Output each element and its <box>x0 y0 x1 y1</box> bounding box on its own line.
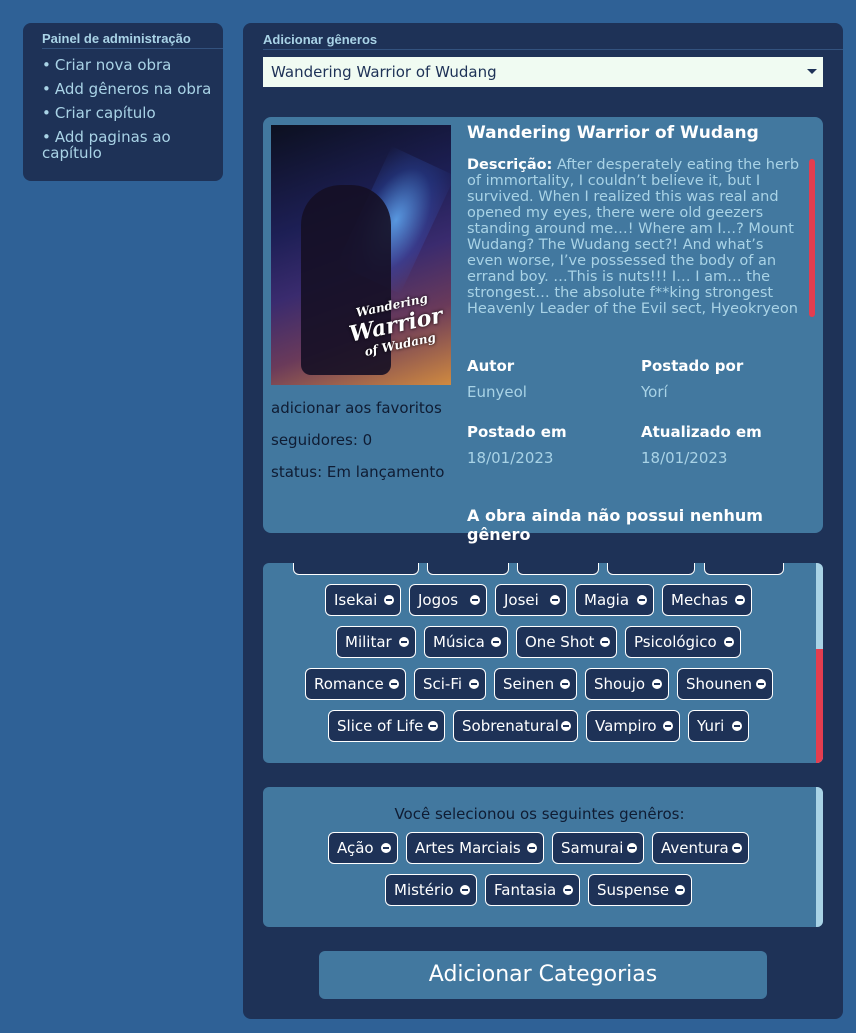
followers-count: seguidores: 0 <box>271 431 373 449</box>
add-icon <box>469 679 479 689</box>
selected-chip-acao[interactable]: Ação <box>328 832 398 864</box>
sidebar-menu: • Criar nova obra • Add gêneros na obra • C… <box>23 53 223 165</box>
add-icon <box>561 721 571 731</box>
genre-chip-slice-of-life[interactable]: Slice of Life <box>328 710 445 742</box>
updated-at-label: Atualizado em <box>641 423 762 441</box>
selected-chip-aventura[interactable]: Aventura <box>652 832 749 864</box>
add-icon <box>399 637 409 647</box>
genre-chip-shoujo[interactable]: Shoujo <box>585 668 669 700</box>
genre-chip-musica[interactable]: Música <box>424 626 508 658</box>
work-description[interactable]: Descrição: After desperately eating the … <box>467 157 803 317</box>
add-icon <box>663 721 673 731</box>
genre-chip-militar[interactable]: Militar <box>336 626 416 658</box>
main-panel: Adicionar gêneros Wandering Warrior of W… <box>243 23 843 1019</box>
posted-at-label: Postado em <box>467 423 567 441</box>
remove-icon <box>675 885 685 895</box>
selected-genres-title: Você selecionou os seguintes genêros: <box>394 805 685 823</box>
posted-by-label: Postado por <box>641 357 744 375</box>
selected-chip-samurai[interactable]: Samurai <box>552 832 644 864</box>
description-scrollbar[interactable] <box>809 159 815 317</box>
available-genres-list[interactable]: Isekai Jogos Josei Magia Mechas Militar … <box>263 563 823 763</box>
genre-chip-sci-fi[interactable]: Sci-Fi <box>414 668 486 700</box>
selected-chip-artes-marciais[interactable]: Artes Marciais <box>406 832 544 864</box>
genre-chip-isekai[interactable]: Isekai <box>325 584 401 616</box>
genre-chip-partial[interactable] <box>704 563 784 575</box>
add-icon <box>560 679 570 689</box>
genre-chip-sobrenatural[interactable]: Sobrenatural <box>453 710 578 742</box>
work-card: Wandering Warrior of Wudang adicionar ao… <box>263 117 823 544</box>
status-text: status: Em lançamento <box>271 463 445 481</box>
selected-genres-panel: Você selecionou os seguintes genêros: Aç… <box>263 787 823 927</box>
genre-chip-partial[interactable] <box>607 563 695 575</box>
add-icon <box>550 595 560 605</box>
genre-chip-jogos[interactable]: Jogos <box>409 584 487 616</box>
genre-chip-seinen[interactable]: Seinen <box>494 668 577 700</box>
updated-at-value: 18/01/2023 <box>641 449 728 467</box>
sidebar-item-add-genres[interactable]: • Add gêneros na obra <box>23 77 223 101</box>
add-icon <box>491 637 501 647</box>
sidebar-item-create-work[interactable]: • Criar nova obra <box>23 53 223 77</box>
genre-chip-magia[interactable]: Magia <box>575 584 654 616</box>
remove-icon <box>381 843 391 853</box>
work-select[interactable]: Wandering Warrior of Wudang <box>263 57 823 87</box>
genre-chip-partial[interactable] <box>293 563 419 575</box>
genre-chip-psicologico[interactable]: Psicológico <box>625 626 741 658</box>
genre-chip-partial[interactable] <box>517 563 599 575</box>
add-icon <box>637 595 647 605</box>
sidebar-item-add-pages[interactable]: • Add paginas ao capítulo <box>23 125 223 165</box>
description-label: Descrição: <box>467 157 553 173</box>
work-select-value: Wandering Warrior of Wudang <box>271 63 497 81</box>
cover-image: Wandering Warrior of Wudang <box>271 125 451 385</box>
add-icon <box>384 595 394 605</box>
add-icon <box>756 679 766 689</box>
page-title: Adicionar gêneros <box>263 32 843 50</box>
genre-chip-shounen[interactable]: Shounen <box>677 668 773 700</box>
add-icon <box>389 679 399 689</box>
add-icon <box>732 721 742 731</box>
genre-chip-one-shot[interactable]: One Shot <box>516 626 617 658</box>
work-title: Wandering Warrior of Wudang <box>467 123 759 143</box>
selected-scrollbar-track[interactable] <box>816 787 823 927</box>
add-icon <box>652 679 662 689</box>
selected-chip-fantasia[interactable]: Fantasia <box>485 874 580 906</box>
selected-chip-suspense[interactable]: Suspense <box>588 874 692 906</box>
add-icon <box>470 595 480 605</box>
remove-icon <box>527 843 537 853</box>
add-icon <box>735 595 745 605</box>
remove-icon <box>563 885 573 895</box>
remove-icon <box>732 843 742 853</box>
add-icon <box>428 721 438 731</box>
posted-by-value: Yorí <box>641 383 668 401</box>
remove-icon <box>627 843 637 853</box>
genre-chip-partial[interactable] <box>427 563 509 575</box>
admin-sidebar: Painel de administração • Criar nova obra… <box>23 23 223 181</box>
chevron-down-icon <box>807 69 817 74</box>
add-categories-button[interactable]: Adicionar Categorias <box>319 951 767 999</box>
genre-chip-josei[interactable]: Josei <box>495 584 567 616</box>
genre-chip-vampiro[interactable]: Vampiro <box>586 710 680 742</box>
add-icon <box>724 637 734 647</box>
sidebar-title: Painel de administração <box>42 31 223 49</box>
genres-scrollbar-thumb[interactable] <box>816 649 823 763</box>
genre-chip-romance[interactable]: Romance <box>305 668 406 700</box>
genre-chip-yuri[interactable]: Yuri <box>688 710 749 742</box>
add-icon <box>600 637 610 647</box>
remove-icon <box>460 885 470 895</box>
genre-chip-mechas[interactable]: Mechas <box>662 584 752 616</box>
author-label: Autor <box>467 357 515 375</box>
no-genre-message: A obra ainda não possui nenhum gênero <box>467 506 763 544</box>
favorites-link[interactable]: adicionar aos favoritos <box>271 399 442 417</box>
posted-at-value: 18/01/2023 <box>467 449 554 467</box>
selected-chip-misterio[interactable]: Mistério <box>385 874 477 906</box>
author-value: Eunyeol <box>467 383 527 401</box>
sidebar-item-create-chapter[interactable]: • Criar capítulo <box>23 101 223 125</box>
